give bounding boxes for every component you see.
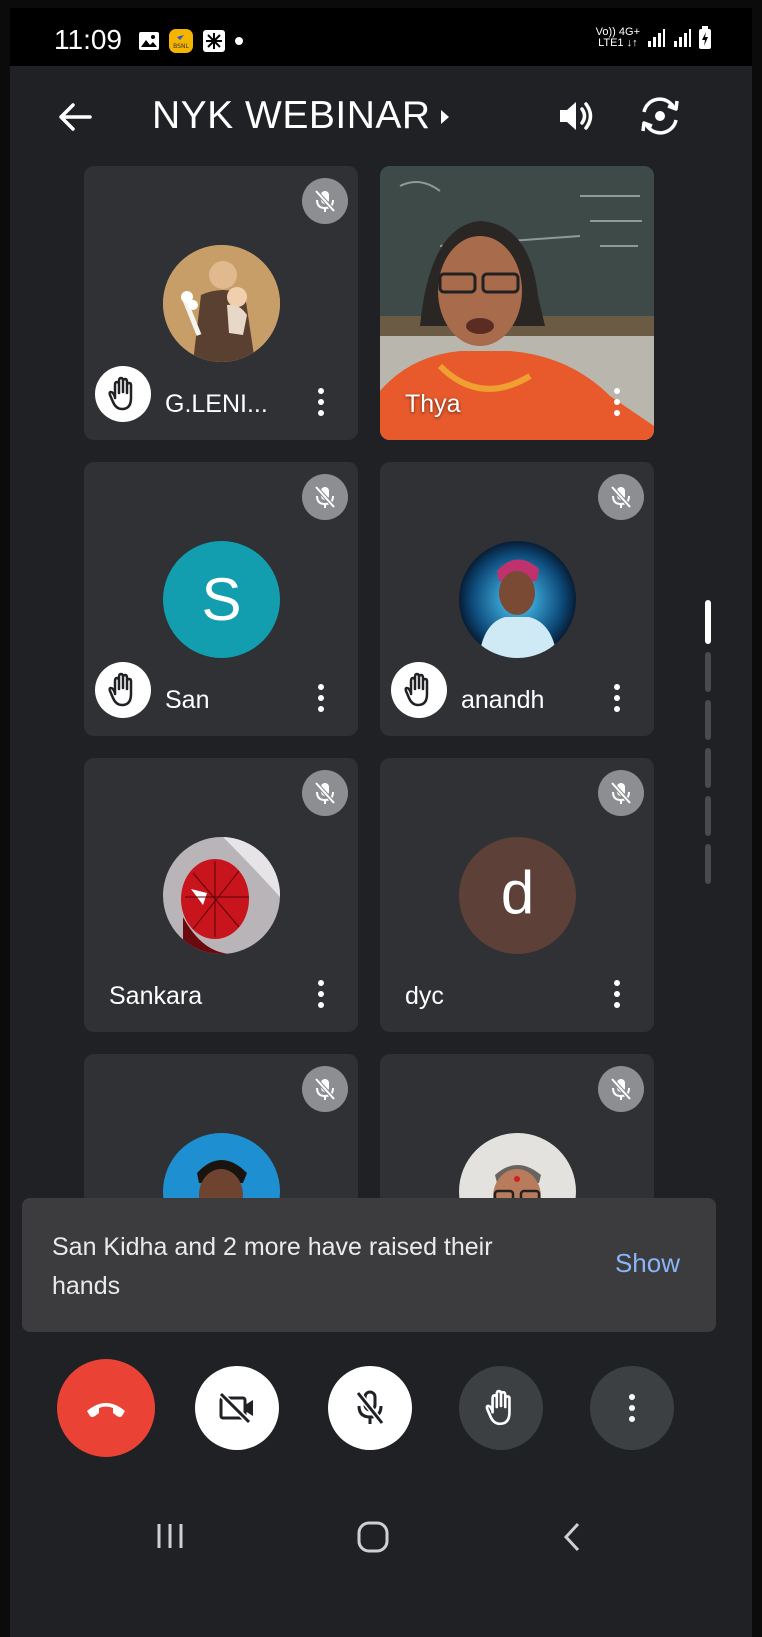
back-button[interactable] [50,92,100,142]
back-chevron-icon [563,1522,580,1552]
call-header: NYK WEBINAR [10,66,752,166]
meeting-title-button[interactable]: NYK WEBINAR [152,94,449,138]
participant-more-button[interactable] [606,380,628,424]
back-arrow-icon [59,103,92,131]
home-button[interactable] [356,1520,390,1559]
raise-hand-icon [485,1389,511,1426]
end-call-icon [87,1403,125,1417]
bsnl-app-icon: BSNL [169,29,193,53]
participant-name: Thya [405,390,461,418]
audio-output-button[interactable] [554,94,598,138]
camera-off-icon [218,1391,253,1425]
raise-hand-icon [108,376,133,411]
back-nav-button[interactable] [560,1520,584,1559]
mic-off-icon [314,1077,336,1101]
switch-camera-button[interactable] [636,92,684,140]
svg-text:BSNL: BSNL [173,43,189,50]
letter-avatar: S [163,541,280,658]
person-photo-avatar [459,541,576,658]
participant-name: San [165,686,210,714]
saint-photo-avatar [163,245,280,362]
mic-toggle-button[interactable] [328,1366,412,1450]
hand-raised-indicator [95,662,151,718]
participant-more-button[interactable] [606,972,628,1016]
letter-avatar: d [459,837,576,954]
participant-more-button[interactable] [606,676,628,720]
spiderman-photo-avatar [163,837,280,954]
network-type: Vo)) 4G+ LTE1 ↓↑ [595,26,640,49]
mic-off-icon [355,1390,385,1425]
hand-raised-indicator [391,662,447,718]
participant-name: dyc [405,982,444,1010]
signal-icon [674,29,691,47]
camera-toggle-button[interactable] [195,1366,279,1450]
participant-tile[interactable]: Sankara [84,758,358,1032]
mic-off-icon [610,485,632,509]
meet-screen: 11:09 BSNL Vo)) 4G+ LTE1 ↓↑ NYK WEBINAR [10,8,752,1637]
participant-name: Sankara [109,982,203,1010]
show-raised-hands-button[interactable]: Show [615,1248,680,1279]
participant-name: G.LENI... [165,390,268,418]
raise-hand-button[interactable] [459,1366,543,1450]
system-navigation-bar [10,1488,752,1598]
snackbar-message: San Kidha and 2 more have raised their h… [52,1233,493,1300]
dot-icon [235,37,243,45]
mic-off-indicator [598,474,644,520]
meeting-title: NYK WEBINAR [152,94,431,137]
participant-name: anandh [461,686,545,714]
notification-icons: BSNL [138,28,244,54]
battery-charging-icon [699,26,711,49]
participant-more-button[interactable] [310,380,332,424]
switch-camera-icon [641,97,679,135]
system-icons: Vo)) 4G+ LTE1 ↓↑ [596,26,712,50]
signal-icon [648,29,665,47]
participant-more-button[interactable] [310,676,332,720]
caret-right-icon [440,110,449,124]
hand-raised-indicator [95,366,151,422]
mic-off-indicator [302,1066,348,1112]
participant-more-button[interactable] [310,972,332,1016]
recents-icon [157,1524,183,1548]
grid-page-indicator[interactable] [705,600,711,892]
recents-button[interactable] [154,1520,186,1557]
raised-hands-snackbar: San Kidha and 2 more have raised their h… [22,1198,716,1332]
mic-off-indicator [302,474,348,520]
end-call-button[interactable] [57,1359,155,1457]
participant-tile[interactable]: d dyc [380,758,654,1032]
more-options-button[interactable] [590,1366,674,1450]
more-options-icon [629,1394,635,1400]
status-time: 11:09 [54,24,122,55]
mic-off-indicator [302,178,348,224]
mic-off-icon [314,781,336,805]
mic-off-icon [610,1077,632,1101]
mic-off-indicator [302,770,348,816]
gallery-icon [139,32,159,50]
call-controls [10,1358,752,1458]
participant-tile[interactable]: Thya [380,166,654,440]
participant-tile[interactable]: S San [84,462,358,736]
mic-off-icon [610,781,632,805]
mic-off-icon [314,485,336,509]
speaker-icon [560,102,593,130]
raise-hand-icon [108,672,133,707]
mic-off-indicator [598,1066,644,1112]
participant-tile[interactable]: G.LENI... [84,166,358,440]
mic-off-indicator [598,770,644,816]
status-bar: 11:09 BSNL Vo)) 4G+ LTE1 ↓↑ [10,8,752,66]
app-grid-icon [203,30,225,52]
raise-hand-icon [404,672,429,707]
home-icon [357,1521,389,1553]
mic-off-icon [314,189,336,213]
participant-tile[interactable]: anandh [380,462,654,736]
